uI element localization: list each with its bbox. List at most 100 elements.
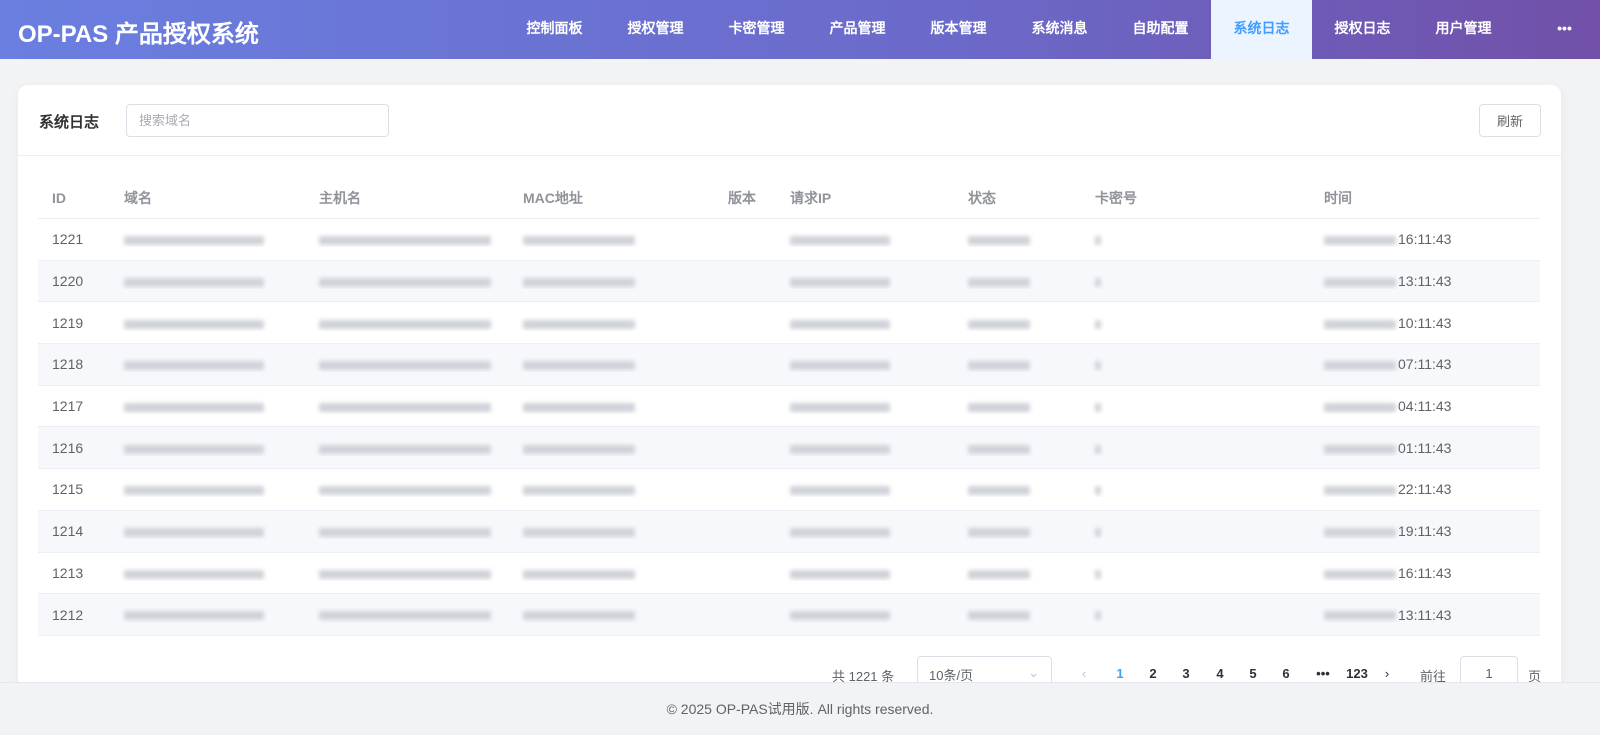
cell-redacted — [509, 398, 714, 414]
cell-id: 1218 — [52, 356, 84, 373]
cell-time: 10:11:43 — [1310, 315, 1540, 331]
nav-item-0[interactable]: 控制面板 — [504, 0, 605, 59]
page-button[interactable]: 123 — [1342, 666, 1372, 681]
page-button[interactable]: 6 — [1274, 666, 1298, 681]
cell-redacted — [954, 565, 1081, 581]
page-button[interactable]: 3 — [1174, 666, 1198, 681]
page-button[interactable]: 2 — [1141, 666, 1165, 681]
log-card: 系统日志 刷新 ID域名主机名MAC地址版本请求IP状态卡密号时间 122116… — [18, 85, 1561, 705]
cell-redacted — [110, 231, 305, 247]
cell-time: 22:11:43 — [1310, 481, 1540, 497]
cell-redacted — [776, 273, 954, 289]
cell-redacted — [954, 273, 1081, 289]
redacted-value — [319, 361, 491, 371]
table-row: 1218 07:11:43 — [38, 344, 1540, 386]
column-header: MAC地址 — [523, 189, 583, 206]
cell-redacted — [110, 315, 305, 331]
redacted-value — [124, 486, 264, 496]
cell-redacted — [509, 565, 714, 581]
redacted-date — [1324, 319, 1396, 329]
redacted-value — [790, 611, 890, 621]
cell-redacted — [954, 315, 1081, 331]
redacted-value — [968, 361, 1030, 371]
cell-redacted — [1081, 231, 1310, 247]
cell-time: 19:11:43 — [1310, 523, 1540, 539]
redacted-value — [1095, 277, 1101, 287]
nav-item-4[interactable]: 版本管理 — [908, 0, 1009, 59]
page-button[interactable]: ••• — [1308, 666, 1338, 681]
redacted-value — [319, 444, 491, 454]
redacted-value — [319, 611, 491, 621]
page-size-value: 10条/页 — [929, 668, 974, 683]
cell-redacted — [305, 398, 509, 414]
redacted-value — [1095, 361, 1101, 371]
cell-redacted — [509, 356, 714, 372]
redacted-value — [790, 569, 890, 579]
page-button[interactable]: 4 — [1208, 666, 1232, 681]
time-value: 10:11:43 — [1398, 314, 1452, 331]
nav-item-2[interactable]: 卡密管理 — [706, 0, 807, 59]
cell-redacted — [110, 440, 305, 456]
redacted-value — [319, 569, 491, 579]
nav-item-9[interactable]: 用户管理 — [1413, 0, 1514, 59]
redacted-value — [968, 236, 1030, 246]
redacted-value — [1095, 486, 1101, 496]
next-page-button[interactable]: › — [1375, 666, 1399, 681]
cell-redacted — [509, 315, 714, 331]
app-title: OP-PAS 产品授权系统 — [18, 21, 259, 48]
cell-id: 1221 — [52, 231, 84, 248]
redacted-date — [1324, 611, 1396, 621]
prev-page-button[interactable]: ‹ — [1072, 666, 1096, 681]
redacted-value — [319, 236, 491, 246]
cell-redacted — [305, 481, 509, 497]
time-value: 13:11:43 — [1398, 273, 1452, 290]
nav-item-6[interactable]: 自助配置 — [1110, 0, 1211, 59]
table-row: 1217 04:11:43 — [38, 386, 1540, 428]
cell-redacted — [776, 440, 954, 456]
page-button[interactable]: 5 — [1241, 666, 1265, 681]
redacted-value — [1095, 527, 1101, 537]
cell-redacted — [1081, 607, 1310, 623]
column-header: 请求IP — [790, 189, 832, 206]
cell-redacted — [776, 231, 954, 247]
cell-time: 13:11:43 — [1310, 273, 1540, 289]
nav-item-10[interactable]: ••• — [1514, 0, 1600, 59]
nav-item-5[interactable]: 系统消息 — [1009, 0, 1110, 59]
table-row: 1216 01:11:43 — [38, 427, 1540, 470]
time-value: 16:11:43 — [1398, 231, 1452, 248]
redacted-value — [968, 611, 1030, 621]
column-header: 卡密号 — [1095, 189, 1137, 206]
cell-redacted — [305, 315, 509, 331]
redacted-value — [790, 319, 890, 329]
cell-time: 01:11:43 — [1310, 440, 1540, 456]
redacted-value — [523, 486, 635, 496]
nav-item-3[interactable]: 产品管理 — [807, 0, 908, 59]
redacted-value — [124, 277, 264, 287]
cell-time: 04:11:43 — [1310, 398, 1540, 414]
cell-redacted — [776, 565, 954, 581]
redacted-value — [319, 527, 491, 537]
cell-redacted — [776, 398, 954, 414]
redacted-value — [523, 444, 635, 454]
nav-item-8[interactable]: 授权日志 — [1312, 0, 1413, 59]
nav-item-1[interactable]: 授权管理 — [605, 0, 706, 59]
redacted-value — [319, 402, 491, 412]
redacted-value — [790, 277, 890, 287]
cell-id: 1216 — [52, 439, 84, 456]
redacted-value — [523, 319, 635, 329]
page-button[interactable]: 1 — [1108, 666, 1132, 681]
redacted-value — [968, 486, 1030, 496]
redacted-value — [790, 361, 890, 371]
redacted-value — [523, 527, 635, 537]
table-row: 1212 13:11:43 — [38, 594, 1540, 636]
redacted-date — [1324, 277, 1396, 287]
refresh-button[interactable]: 刷新 — [1479, 104, 1541, 137]
nav-item-7[interactable]: 系统日志 — [1211, 0, 1312, 59]
cell-time: 16:11:43 — [1310, 565, 1540, 581]
search-input[interactable] — [126, 104, 389, 137]
redacted-value — [124, 361, 264, 371]
redacted-date — [1324, 402, 1396, 412]
redacted-value — [124, 527, 264, 537]
redacted-value — [523, 569, 635, 579]
redacted-value — [968, 402, 1030, 412]
